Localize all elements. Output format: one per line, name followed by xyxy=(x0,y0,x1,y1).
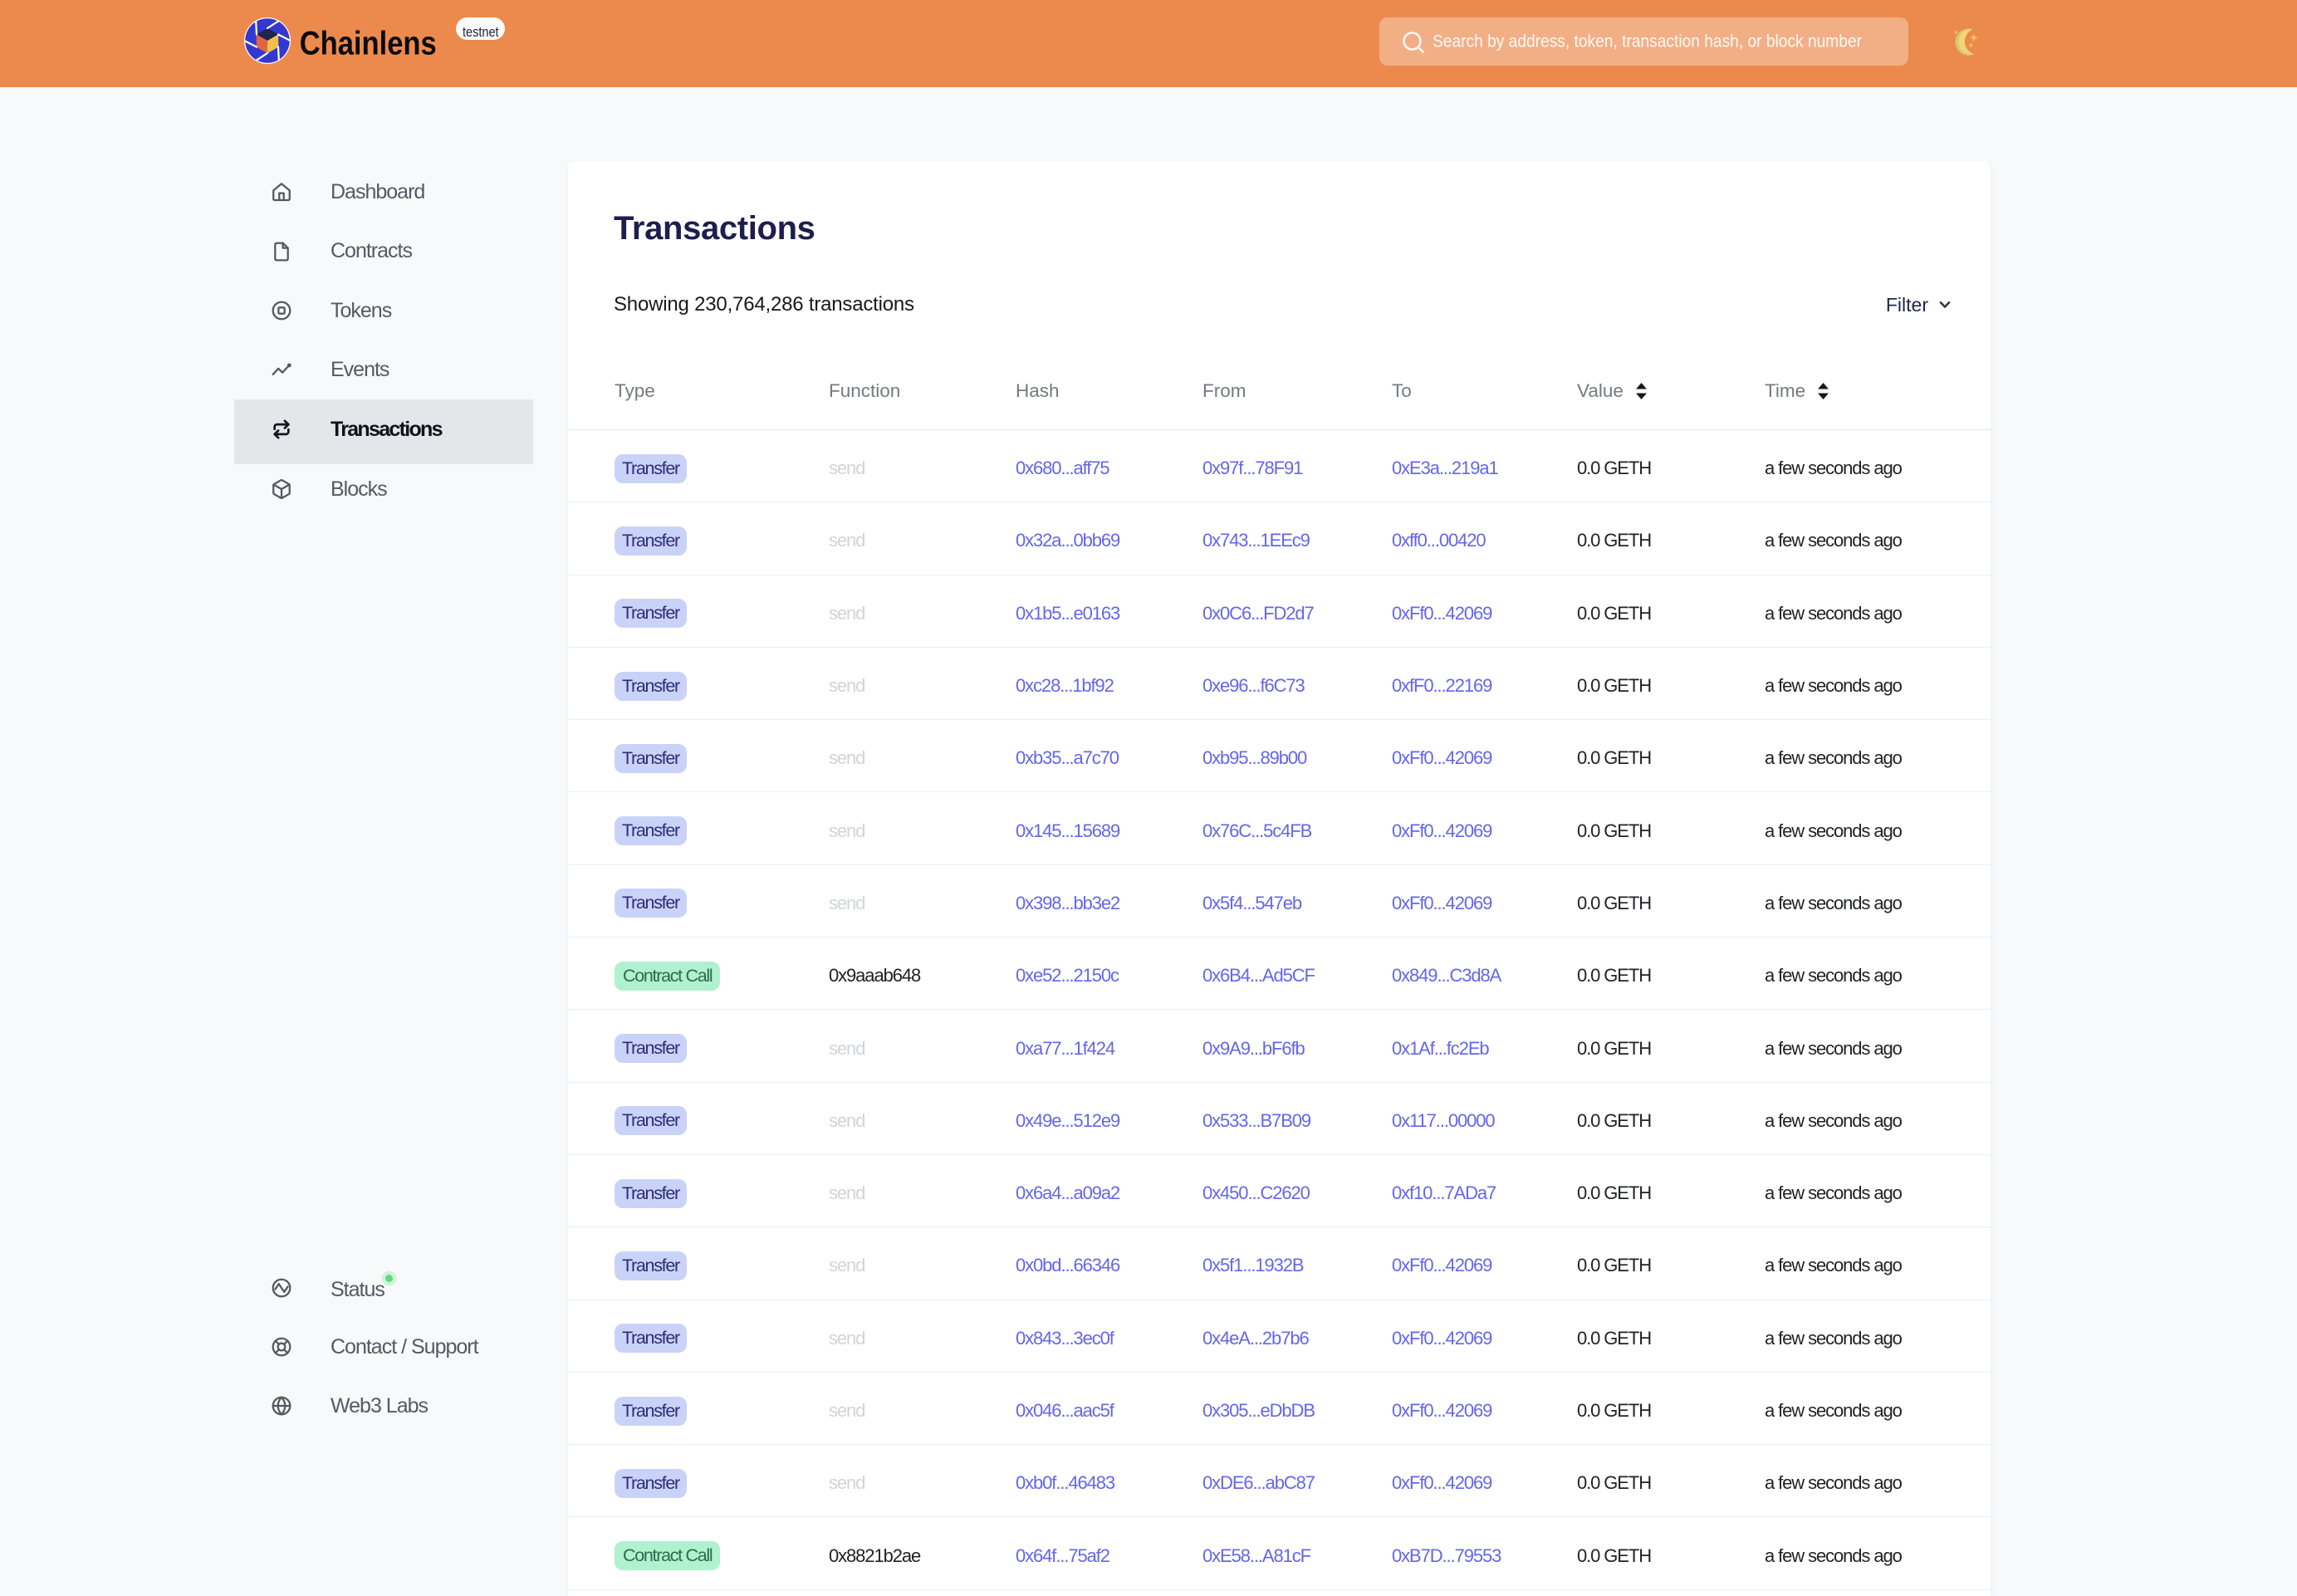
svg-text:testnet: testnet xyxy=(463,24,499,40)
svg-text:Search by address, token, tran: Search by address, token, transaction ha… xyxy=(1433,32,1862,51)
